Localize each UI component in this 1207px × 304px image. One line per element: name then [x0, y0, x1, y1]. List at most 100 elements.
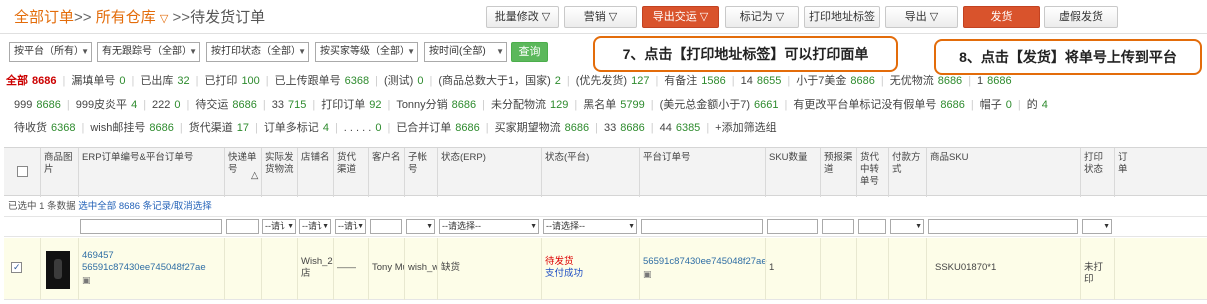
stats-filter-label[interactable]: 有更改平台单标记没有假单号 — [793, 99, 936, 111]
stats-filter-count[interactable]: 8686 — [850, 75, 874, 87]
stats-filter-count[interactable]: 1586 — [701, 75, 725, 87]
select-all-checkbox-cell[interactable] — [4, 148, 40, 197]
freight-filter[interactable]: --请讠 ▼ — [335, 219, 366, 234]
time-select[interactable]: 按时间(全部) ▼ — [424, 42, 507, 62]
col-product-sku[interactable]: 商品SKU — [926, 148, 1080, 197]
breadcrumb-warehouse[interactable]: 所有仓库 — [96, 9, 156, 26]
stats-filter-label[interactable]: (优先发货) — [576, 75, 627, 87]
express-no-filter[interactable] — [226, 219, 259, 234]
table-row[interactable]: 469457 56591c87430ee745048f27ae ▣ Wish_2… — [4, 238, 1207, 300]
col-shop[interactable]: 店铺名 — [297, 148, 333, 197]
fake-ship-button[interactable]: 虚假发货 — [1044, 6, 1118, 28]
stats-filter-label[interactable]: . . . . . — [344, 122, 372, 134]
stats-filter-label[interactable]: 已打印 — [204, 75, 237, 87]
status-erp-filter[interactable]: --请选择-- ▼ — [439, 219, 539, 234]
batch-edit-button[interactable]: 批量修改 ▽ — [486, 6, 559, 28]
stats-filter-label[interactable]: +添加筛选组 — [715, 122, 776, 134]
stats-filter-label[interactable]: 1 — [977, 75, 983, 87]
stats-filter-label[interactable]: (美元总金额小于7) — [660, 99, 750, 111]
export-button[interactable]: 导出 ▽ — [885, 6, 958, 28]
stats-filter-label[interactable]: 222 — [152, 99, 170, 111]
platform-order-filter[interactable] — [641, 219, 763, 234]
stats-filter-count[interactable]: 4 — [323, 122, 329, 134]
stats-filter-count[interactable]: 129 — [550, 99, 568, 111]
col-customer[interactable]: 客户名 — [368, 148, 404, 197]
stats-filter-count[interactable]: 8686 — [565, 122, 589, 134]
stats-filter-count[interactable]: 4 — [131, 99, 137, 111]
customer-filter[interactable] — [370, 219, 402, 234]
stats-filter-count[interactable]: 6368 — [51, 122, 75, 134]
stats-filter-count[interactable]: 8686 — [232, 99, 256, 111]
payment-filter[interactable]: ▼ — [890, 219, 924, 234]
col-order-no[interactable]: ERP订单编号&平台订单号 — [78, 148, 224, 197]
product-thumbnail[interactable] — [46, 251, 70, 289]
chevron-down-icon[interactable]: ▽ — [160, 13, 168, 25]
stats-filter-label[interactable]: 已出库 — [140, 75, 173, 87]
stats-filter-count[interactable]: 0 — [119, 75, 125, 87]
stats-filter-count[interactable]: 6385 — [676, 122, 700, 134]
export-send-button[interactable]: 导出交运 ▽ — [642, 6, 719, 28]
stats-filter-label[interactable]: (测试) — [384, 75, 413, 87]
platform-select[interactable]: 按平台（所有） ▼ — [9, 42, 92, 62]
row-checkbox[interactable] — [11, 261, 22, 273]
sort-icon[interactable]: △ — [251, 170, 258, 182]
freight-transfer-filter[interactable] — [858, 219, 886, 234]
stats-filter-count[interactable]: 715 — [288, 99, 306, 111]
col-payment[interactable]: 付款方式 — [888, 148, 926, 197]
stats-filter-label[interactable]: 已上传跟单号 — [275, 75, 341, 87]
stats-filter-count[interactable]: 32 — [177, 75, 189, 87]
stats-filter-count[interactable]: 8686 — [32, 75, 56, 87]
stats-filter-label[interactable]: 黑名单 — [583, 99, 616, 111]
stats-filter-label[interactable]: 全部 — [6, 75, 28, 87]
col-sub-account[interactable]: 子帐号 — [404, 148, 437, 197]
col-platform-order[interactable]: 平台订单号 — [639, 148, 765, 197]
query-button[interactable]: 查询 — [511, 42, 548, 62]
col-status-platform[interactable]: 状态(平台) — [541, 148, 639, 197]
platform-order-link[interactable]: 56591c87430ee745048f27ae — [82, 262, 221, 274]
logistics-filter[interactable]: --请讠 ▼ — [262, 219, 296, 234]
col-sku-qty[interactable]: SKU数量 — [765, 148, 820, 197]
stats-filter-label[interactable]: 14 — [741, 75, 753, 87]
rule-channel-filter[interactable] — [822, 219, 854, 234]
stats-filter-label[interactable]: 44 — [660, 122, 672, 134]
stats-filter-count[interactable]: 0 — [174, 99, 180, 111]
tracking-select[interactable]: 有无跟踪号（全部） ▼ — [97, 42, 200, 62]
col-last[interactable]: 订单 — [1114, 148, 1134, 197]
stats-filter-count[interactable]: 8686 — [938, 75, 962, 87]
stats-filter-label[interactable]: 订单多标记 — [264, 122, 319, 134]
stats-filter-label[interactable]: 货代渠道 — [189, 122, 233, 134]
col-express-no[interactable]: 快递单号 △ — [224, 148, 261, 197]
stats-filter-label[interactable]: 999皮炎平 — [76, 99, 127, 111]
shop-filter[interactable]: --请讠 ▼ — [299, 219, 331, 234]
stats-filter-count[interactable]: 127 — [631, 75, 649, 87]
col-actual-logistics[interactable]: 实际发货物流 — [261, 148, 297, 197]
stats-filter-label[interactable]: 待收货 — [14, 122, 47, 134]
stats-filter-label[interactable]: 待交运 — [195, 99, 228, 111]
erp-order-link[interactable]: 469457 — [82, 250, 221, 262]
stats-filter-label[interactable]: wish邮挂号 — [90, 122, 145, 134]
stats-filter-count[interactable]: 8686 — [36, 99, 60, 111]
print-status-select[interactable]: 按打印状态（全部） ▼ — [206, 42, 309, 62]
stats-filter-label[interactable]: Tonny分销 — [396, 99, 447, 111]
stats-filter-count[interactable]: 17 — [237, 122, 249, 134]
print-label-button[interactable]: 打印地址标签 — [804, 6, 880, 28]
stats-filter-label[interactable]: 33 — [604, 122, 616, 134]
sku-qty-filter[interactable] — [767, 219, 818, 234]
stats-filter-label[interactable]: 有备注 — [664, 75, 697, 87]
stats-filter-count[interactable]: 0 — [375, 122, 381, 134]
col-freight-channel[interactable]: 货代渠道 — [333, 148, 368, 197]
col-status-erp[interactable]: 状态(ERP) — [437, 148, 541, 197]
stats-filter-count[interactable]: 8686 — [452, 99, 476, 111]
buyer-level-select[interactable]: 按买家等级（全部） ▼ — [315, 42, 418, 62]
marketing-button[interactable]: 营销 ▽ — [564, 6, 637, 28]
stats-filter-label[interactable]: 未分配物流 — [491, 99, 546, 111]
select-all-checkbox[interactable] — [17, 166, 28, 177]
stats-filter-count[interactable]: 92 — [369, 99, 381, 111]
row-checkbox-cell[interactable] — [4, 238, 40, 300]
select-all-link[interactable]: 选中全部 8686 条记录/取消选择 — [78, 201, 212, 212]
stats-filter-count[interactable]: 8686 — [149, 122, 173, 134]
product-sku-filter[interactable] — [928, 219, 1078, 234]
stats-filter-label[interactable]: 的 — [1027, 99, 1038, 111]
sub-account-filter[interactable]: ▼ — [406, 219, 435, 234]
stats-filter-count[interactable]: 8686 — [620, 122, 644, 134]
